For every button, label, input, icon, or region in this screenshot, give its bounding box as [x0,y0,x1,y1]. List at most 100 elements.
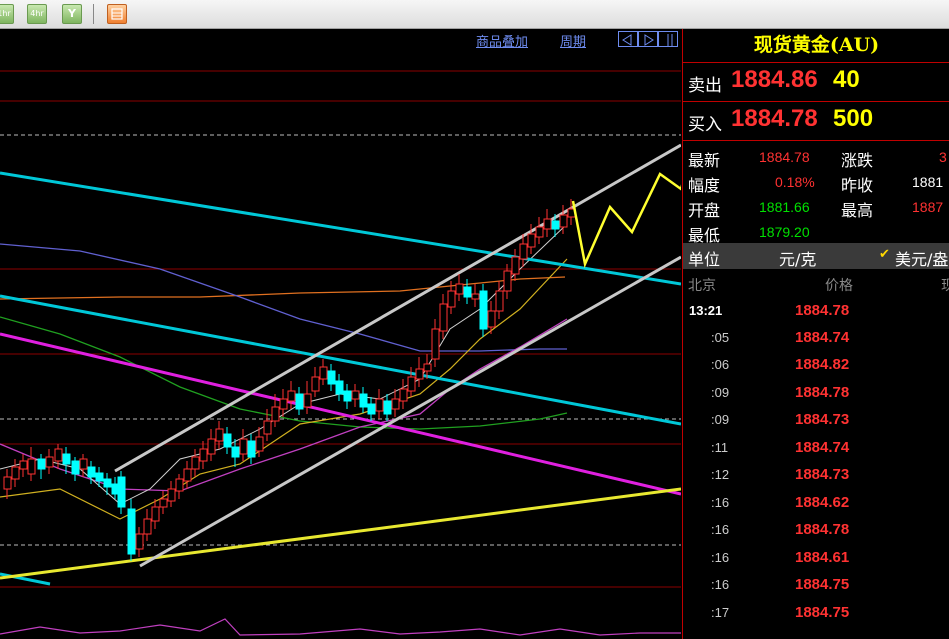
buy-price: 1884.78 [731,105,818,132]
candle-body [271,406,280,422]
candle-body [391,398,400,410]
candle-body [487,310,496,328]
tick-row: :16 1884.61 [683,544,949,571]
tick-time: :16 [711,550,730,565]
candle-body [95,472,104,482]
tick-row: :12 1884.73 [683,461,949,488]
candle-body [191,456,200,470]
candle-body [151,506,160,522]
candle-body [351,390,360,400]
candle-body [335,380,344,395]
candle-body [559,214,568,228]
sell-volume: 40 [833,66,860,93]
tick-row: :09 1884.78 [683,379,949,406]
candle-body [87,466,96,478]
buy-label: 买入 [688,115,722,135]
candle-body [431,328,440,360]
candle-body [159,498,168,508]
candle-body [79,458,88,470]
unit-yuan-option[interactable]: 元/克 [779,246,816,270]
change-value: 3 [939,149,947,165]
candle-body [103,478,112,488]
chart-header: 商品叠加 周期 [0,29,681,50]
candle-body [407,376,416,392]
calendar-icon[interactable] [107,4,127,24]
candle-body [415,368,424,380]
tick-price: 1884.73 [795,466,850,483]
candle-body [183,468,192,482]
scroll-right-icon[interactable] [638,31,658,47]
open-value: 1881.66 [759,199,810,215]
tick-time: 13:21 [689,303,723,318]
candle-body [71,460,80,475]
tick-time: :16 [711,495,730,510]
candle-body [447,290,456,308]
4hr-period-icon[interactable]: 4hr [27,4,47,24]
unit-bar: 单位 元/克 ✔ 美元/盎 [683,243,949,269]
tick-price: 1884.78 [795,384,850,401]
unit-label: 单位 [688,250,721,269]
tick-row: :09 1884.73 [683,406,949,433]
candle-body [135,533,144,550]
candle-body [247,440,256,458]
period-link[interactable]: 周期 [560,31,586,50]
tick-price: 1884.75 [795,576,850,593]
tick-row: 13:21 1884.78 [683,297,949,324]
tick-time: :17 [711,605,730,620]
tick-price-label: 价格 [825,278,853,294]
tick-price: 1884.73 [795,411,850,428]
change-label: 涨跌 [841,151,874,170]
candle-body [54,448,63,462]
candle-body [19,460,28,470]
candle-body [327,370,336,385]
candle-body [311,376,320,392]
candle-body [37,458,46,470]
candle-body [199,448,208,462]
candle-body [287,390,296,402]
buy-row: 买入 1884.78 500 [683,102,949,141]
tick-row: :17 1884.75 [683,599,949,626]
sell-label: 卖出 [688,76,722,96]
1hr-period-icon[interactable]: 1hr [0,4,14,24]
tick-price: 1884.78 [795,521,850,538]
candle-body [383,400,392,415]
candle-body [535,226,544,238]
tick-row: :06 1884.82 [683,351,949,378]
tick-time: :05 [711,330,730,345]
candle-body [62,453,71,465]
tick-time: :09 [711,385,730,400]
candle-body [479,290,488,330]
candle-body [27,458,36,475]
sell-row: 卖出 1884.86 40 [683,63,949,102]
candle-body [143,518,152,535]
candle-body [543,218,552,230]
tick-row: :11 1884.74 [683,434,949,461]
overlay-link[interactable]: 商品叠加 [476,31,528,50]
open-label: 开盘 [688,201,721,220]
candle-body [3,476,12,490]
candle-body [359,393,368,408]
filter-icon[interactable]: Y [62,4,82,24]
candle-body [503,270,512,292]
candle-body [439,303,448,332]
candle-body [423,363,432,372]
candle-body [551,220,560,230]
candle-body [279,398,288,410]
layout-icon[interactable] [658,31,678,47]
candle-body [319,366,328,380]
candle-body [127,508,136,555]
tick-price: 1884.78 [795,302,850,319]
quote-panel: 现货黄金(AU) 卖出 1884.86 40 买入 1884.78 500 最新… [682,29,949,639]
tick-extra-label: 现 [941,278,949,294]
candlestick-chart[interactable] [0,29,681,639]
scroll-left-icon[interactable] [618,31,638,47]
toolbar-separator [93,4,94,24]
tick-time: :06 [711,357,730,372]
candle-body [511,256,520,275]
unit-usd-option[interactable]: 美元/盎 [895,246,948,270]
candle-body [519,243,528,260]
tick-row: :16 1884.75 [683,571,949,598]
candle-body [223,433,232,448]
candle-body [303,393,312,408]
prev-close-label: 昨收 [841,176,874,195]
